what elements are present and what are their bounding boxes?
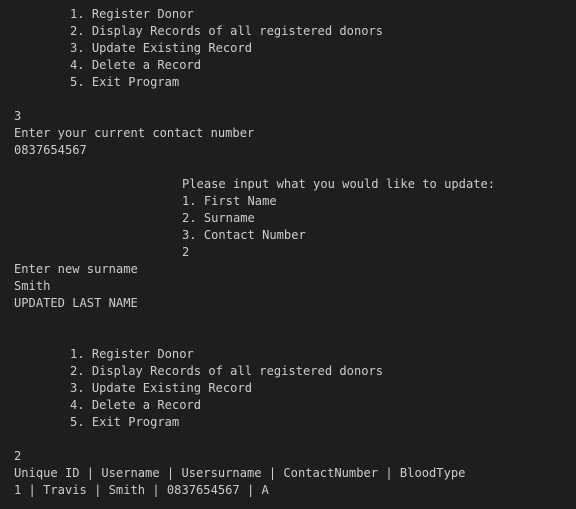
menu-item-register-donor: 1. Register Donor bbox=[70, 7, 194, 21]
update-menu-item-surname: 2. Surname bbox=[182, 211, 255, 225]
menu-item-exit-program: 5. Exit Program bbox=[70, 75, 180, 89]
user-choice-input: 3 bbox=[14, 109, 22, 123]
menu-item-delete-record: 4. Delete a Record bbox=[70, 398, 202, 412]
menu-item-display-records: 2. Display Records of all registered don… bbox=[70, 364, 384, 378]
new-surname-input: Smith bbox=[14, 279, 51, 293]
menu-item-update-record: 3. Update Existing Record bbox=[70, 41, 253, 55]
menu-item-register-donor: 1. Register Donor bbox=[70, 347, 194, 361]
contact-number-input: 0837654567 bbox=[14, 143, 87, 157]
update-menu-heading: Please input what you would like to upda… bbox=[182, 177, 496, 191]
menu-item-display-records: 2. Display Records of all registered don… bbox=[70, 24, 384, 38]
contact-number-prompt: Enter your current contact number bbox=[14, 126, 255, 140]
records-table-row: 1 | Travis | Smith | 0837654567 | A bbox=[14, 483, 269, 497]
user-choice-input: 2 bbox=[14, 449, 22, 463]
terminal-output[interactable]: 1. Register Donor 2. Display Records of … bbox=[0, 0, 576, 509]
records-table-header: Unique ID | Username | Usersurname | Con… bbox=[14, 466, 466, 480]
update-choice-input: 2 bbox=[182, 245, 190, 259]
update-confirmation-message: UPDATED LAST NAME bbox=[14, 296, 138, 310]
menu-item-exit-program: 5. Exit Program bbox=[70, 415, 180, 429]
update-menu-item-contact-number: 3. Contact Number bbox=[182, 228, 306, 242]
menu-item-update-record: 3. Update Existing Record bbox=[70, 381, 253, 395]
menu-item-delete-record: 4. Delete a Record bbox=[70, 58, 202, 72]
new-surname-prompt: Enter new surname bbox=[14, 262, 138, 276]
update-menu-item-first-name: 1. First Name bbox=[182, 194, 277, 208]
